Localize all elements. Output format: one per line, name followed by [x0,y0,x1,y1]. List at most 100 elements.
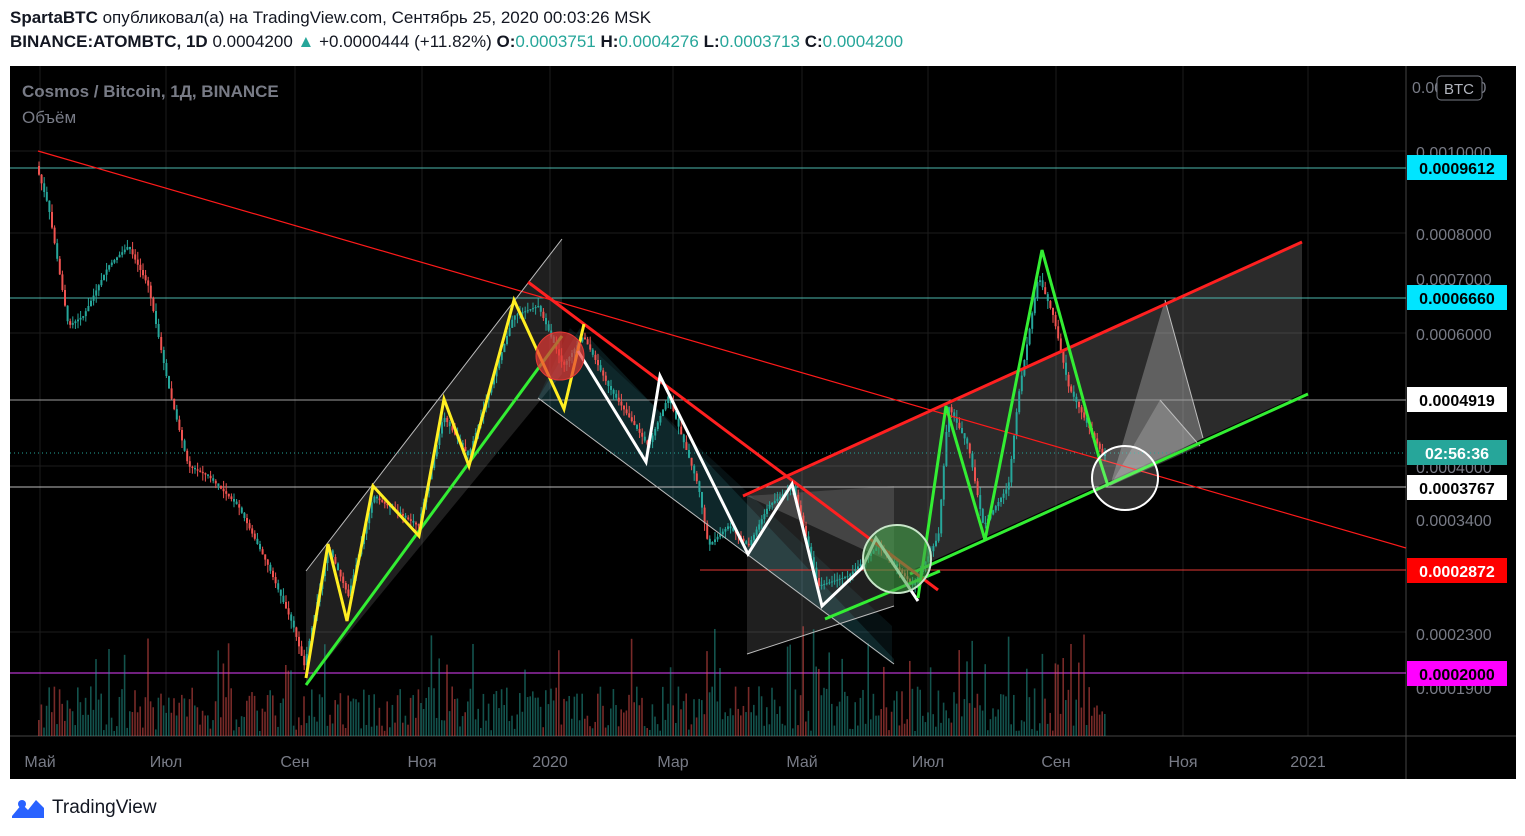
candle-body [170,388,173,399]
symbol-ohlc-line: BINANCE:ATOMBTC, 1D 0.0004200 ▲ +0.00004… [10,32,903,52]
candle-body [243,512,246,518]
candle-body [103,274,105,280]
candle-body [51,212,53,228]
volume-bar [1062,658,1064,736]
candle-body [698,481,701,492]
candle-body [680,426,683,435]
volume-bar [56,724,58,736]
candle-body [831,581,833,583]
volume-bar [438,658,440,736]
volume-bar [932,714,934,736]
volume-bar [760,696,763,736]
currency-badge[interactable]: BTC [1436,75,1483,101]
candle-body [448,422,451,427]
candle-body [662,409,664,416]
candle-body [199,470,202,472]
volume-bar [108,649,110,736]
volume-bar [173,698,175,736]
volume-bar [498,708,500,736]
candle-body [1028,328,1031,345]
candle-body [854,569,857,572]
candle-body [825,583,828,585]
volume-bar [789,644,791,736]
volume-bar [191,687,193,736]
candle-body [292,620,295,628]
candle-body [851,571,854,575]
candle-body [1013,435,1015,459]
candle-body [217,483,220,486]
candle-body [136,259,139,265]
candle-body [233,499,235,502]
candle-body [958,422,961,428]
volume-bar [422,709,425,736]
candle-body [339,570,342,577]
candle-body [659,416,662,423]
time-tick: Июл [150,754,182,771]
volume-bar [199,724,201,736]
volume-bar [110,717,113,736]
volume-bar [53,686,56,736]
volume-bar [792,728,794,736]
currency-label: BTC [1444,81,1474,98]
candle-body [976,481,979,496]
volume-bar [175,715,178,736]
chart-svg[interactable]: Cosmos / Bitcoin, 1Д, BINANCE Объём 0.00… [10,66,1516,779]
candle-body [160,337,163,350]
volume-bar [43,727,45,736]
volume-bar [1023,721,1025,736]
volume-bar [451,686,453,736]
volume-bar [389,727,391,736]
candle-body [641,432,644,437]
price-label: 0.0003767 [1419,481,1495,498]
candle-body [979,495,982,509]
volume-bar [446,664,448,736]
volume-bar [321,697,323,736]
candle-body [1052,308,1054,315]
volume-bar [576,693,578,736]
candle-body [108,265,111,270]
candle-body [272,570,274,578]
candle-body [165,363,168,376]
candle-body [123,249,126,253]
volume-bar [888,730,890,736]
volume-bar [1057,664,1059,736]
candle-body [1083,412,1086,418]
candle-body [945,432,948,466]
volume-bar [66,700,69,736]
chart-area[interactable]: Cosmos / Bitcoin, 1Д, BINANCE Объём 0.00… [10,66,1516,779]
candle-body [376,496,378,499]
volume-bar [737,708,739,736]
candle-body [77,319,79,322]
volume-bar [651,704,654,736]
volume-bar [732,715,734,736]
volume-bar [599,686,602,736]
candle-body [841,578,844,579]
candle-body [155,311,157,324]
volume-bar [459,726,461,736]
candle-body [282,595,285,602]
volume-bar [1098,714,1101,736]
volume-bar [992,708,994,736]
volume-bar [277,726,279,736]
volume-bar [903,723,906,736]
candle-body [443,417,446,423]
volume-bar [633,702,635,736]
footer-brand[interactable]: TradingView [52,797,157,819]
volume-bar [1000,694,1002,736]
volume-bar [508,721,511,736]
volume-bar [79,702,82,736]
candle-body [220,486,222,489]
volume-bar [45,705,48,736]
volume-bar [326,725,329,736]
candle-body [703,507,706,524]
volume-bar [90,686,92,736]
volume-bar [220,717,222,736]
volume-bar [529,696,531,736]
volume-bar [646,728,648,736]
candle-body [1049,301,1052,308]
price-label: 0.0004919 [1419,393,1495,410]
volume-bar [142,727,144,736]
candle-body [287,608,290,615]
candle-body [643,436,646,441]
price-tick: 0.0002300 [1416,627,1492,644]
